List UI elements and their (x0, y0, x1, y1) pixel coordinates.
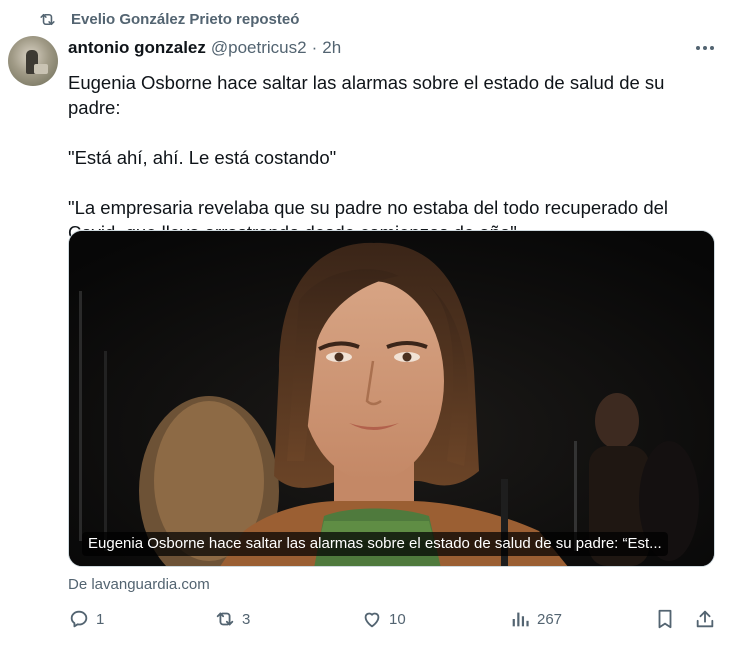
tweet-time[interactable]: 2h (322, 38, 341, 58)
tweet-paragraph: Eugenia Osborne hace saltar las alarmas … (68, 72, 665, 118)
more-icon (696, 46, 714, 50)
tweet-text: Eugenia Osborne hace saltar las alarmas … (68, 70, 718, 245)
link-card[interactable]: Eugenia Osborne hace saltar las alarmas … (68, 230, 715, 567)
more-options-button[interactable] (694, 40, 716, 56)
author-name[interactable]: antonio gonzalez (68, 38, 206, 58)
tweet-header: antonio gonzalez @poetricus2 · 2h (68, 38, 341, 58)
bookmark-icon (658, 609, 672, 629)
card-photo (69, 231, 714, 566)
tweet-actions: 1 3 10 267 (68, 608, 718, 636)
repost-icon (216, 612, 234, 626)
repost-count: 3 (242, 610, 251, 628)
card-source[interactable]: De lavanguardia.com (68, 576, 210, 593)
tweet-paragraph: "Está ahí, ahí. Le está costando" (68, 147, 337, 168)
like-button[interactable]: 10 (361, 608, 406, 630)
views-icon (512, 612, 529, 627)
repost-text: Evelio González Prieto reposteó (71, 11, 300, 28)
reply-count: 1 (96, 610, 105, 628)
repost-context[interactable]: Evelio González Prieto reposteó (38, 10, 299, 29)
reply-icon (70, 610, 88, 628)
share-icon (696, 610, 714, 628)
share-button[interactable] (694, 608, 716, 630)
bookmark-button[interactable] (654, 608, 676, 630)
heart-icon (364, 612, 380, 628)
repost-icon (40, 13, 55, 26)
card-caption: Eugenia Osborne hace saltar las alarmas … (82, 532, 668, 556)
views-count: 267 (537, 610, 563, 628)
repost-button[interactable]: 3 (214, 608, 250, 630)
reply-button[interactable]: 1 (68, 608, 104, 630)
separator-dot: · (311, 38, 318, 57)
author-handle[interactable]: @poetricus2 (211, 38, 307, 58)
views-button[interactable]: 267 (509, 608, 562, 630)
like-count: 10 (389, 610, 406, 628)
avatar[interactable] (8, 36, 58, 86)
